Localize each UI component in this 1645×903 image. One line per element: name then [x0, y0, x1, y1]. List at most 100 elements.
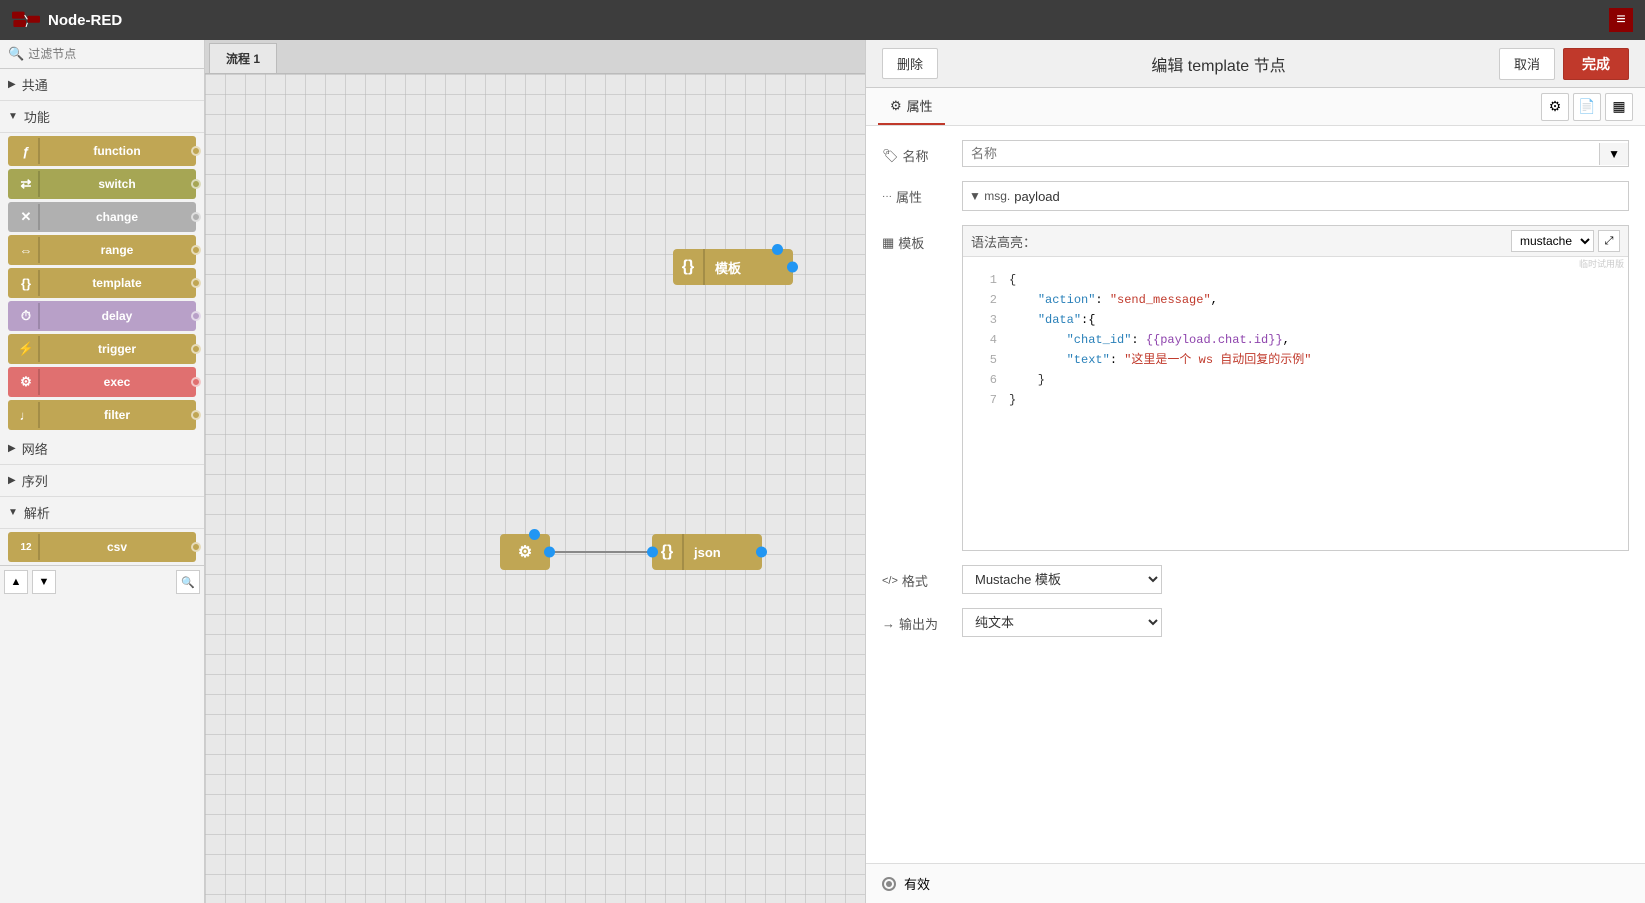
node-trigger[interactable]: ⚡ trigger	[8, 334, 196, 364]
editor-header: 语法高亮： mustache plain html json javascrip…	[963, 226, 1628, 257]
node-switch[interactable]: ⇄ switch	[8, 169, 196, 199]
template-label-icon: ▦	[882, 235, 894, 251]
canvas-template-port-right[interactable]	[787, 262, 798, 273]
valid-label: 有效	[904, 874, 930, 893]
csv-node-label: csv	[44, 540, 190, 554]
msg-field-input[interactable]	[1014, 189, 1134, 204]
output-control-wrap: 纯文本 解析的消息对象 JSON字符串	[962, 608, 1629, 637]
cancel-button[interactable]: 取消	[1499, 48, 1555, 80]
editor-watermark: 临时试用版	[963, 257, 1628, 270]
canvas[interactable]: {} 模板 ⚙ {} json	[205, 74, 865, 903]
category-sequence[interactable]: ▶ 序列	[0, 465, 204, 497]
panel-title: 编辑 template 节点	[1151, 52, 1285, 76]
node-template[interactable]: {} template	[8, 268, 196, 298]
function-port-right	[191, 146, 201, 156]
description-icon-btn[interactable]: 📄	[1573, 93, 1601, 121]
filter-node-label: filter	[44, 408, 190, 422]
category-function[interactable]: ▼ 功能	[0, 101, 204, 133]
sequence-label: 序列	[22, 471, 48, 490]
canvas-json-port-right[interactable]	[756, 547, 767, 558]
category-network[interactable]: ▶ 网络	[0, 433, 204, 465]
canvas-ws-node[interactable]: ⚙	[500, 534, 550, 570]
name-label: 🏷 名称	[882, 140, 952, 165]
change-port-right	[191, 212, 201, 222]
parse-arrow: ▼	[8, 507, 18, 518]
name-label-icon: 🏷	[882, 148, 899, 164]
trigger-node-label: trigger	[44, 342, 190, 356]
canvas-ws-port-top[interactable]	[529, 529, 540, 540]
nav-down-button[interactable]: ▼	[32, 570, 56, 594]
trigger-port-right	[191, 344, 201, 354]
panel-header: 删除 编辑 template 节点 取消 完成	[866, 40, 1645, 88]
canvas-json-port-left[interactable]	[647, 547, 658, 558]
layout-icon-btn[interactable]: ▦	[1605, 93, 1633, 121]
properties-tab-icon: ⚙	[890, 98, 902, 114]
code-line-5: 5 "text": "这里是一个 ws 自动回复的示例"	[963, 350, 1628, 370]
node-delay[interactable]: ⏱ delay	[8, 301, 196, 331]
node-function[interactable]: ƒ function	[8, 136, 196, 166]
filter-port-right	[191, 410, 201, 420]
panel-tabs-row: ⚙ 属性 ⚙ 📄 ▦	[866, 88, 1645, 126]
canvas-template-port-top[interactable]	[772, 244, 783, 255]
name-row: 🏷 名称 ▼	[882, 140, 1629, 167]
menu-button[interactable]: ≡	[1609, 8, 1633, 32]
node-exec[interactable]: ⚙ exec	[8, 367, 196, 397]
exec-node-label: exec	[44, 375, 190, 389]
common-arrow: ▶	[8, 79, 16, 90]
tab-flow1[interactable]: 流程 1	[209, 43, 277, 73]
delay-port-right	[191, 311, 201, 321]
category-common[interactable]: ▶ 共通	[0, 69, 204, 101]
canvas-json-node[interactable]: {} json	[652, 534, 762, 570]
node-change[interactable]: ✕ change	[8, 202, 196, 232]
sidebar-nav: ▲ ▼ 🔍	[0, 565, 204, 598]
name-input[interactable]	[963, 141, 1599, 166]
done-button[interactable]: 完成	[1563, 48, 1629, 80]
category-parse[interactable]: ▼ 解析	[0, 497, 204, 529]
canvas-ws-icon: ⚙	[500, 534, 550, 570]
template-port-right	[191, 278, 201, 288]
properties-tab-label: 属性	[907, 96, 933, 115]
template-editor-wrap: 语法高亮： mustache plain html json javascrip…	[962, 225, 1629, 551]
exec-port-right	[191, 377, 201, 387]
code-line-2: 2 "action": "send_message",	[963, 290, 1628, 310]
function-arrow: ▼	[8, 111, 18, 122]
switch-node-label: switch	[44, 177, 190, 191]
code-line-4: 4 "chat_id": {{payload.chat.id}},	[963, 330, 1628, 350]
nav-up-button[interactable]: ▲	[4, 570, 28, 594]
canvas-tabs: 流程 1	[205, 40, 865, 74]
search-box: 🔍	[0, 40, 204, 69]
code-line-3: 3 "data":{	[963, 310, 1628, 330]
expand-button[interactable]: ⤢	[1598, 230, 1620, 252]
change-icon: ✕	[14, 204, 40, 230]
search-icon: 🔍	[8, 46, 24, 62]
csv-port-right	[191, 542, 201, 552]
syntax-select[interactable]: mustache plain html json javascript	[1511, 230, 1594, 252]
valid-radio[interactable]	[882, 877, 896, 891]
app-title: Node-RED	[48, 12, 122, 29]
range-icon: ⇔	[14, 237, 40, 263]
syntax-controls: mustache plain html json javascript ⤢	[1511, 230, 1620, 252]
settings-icon-btn[interactable]: ⚙	[1541, 93, 1569, 121]
switch-port-right	[191, 179, 201, 189]
search-input[interactable]	[28, 47, 196, 61]
node-range[interactable]: ⇔ range	[8, 235, 196, 265]
node-csv[interactable]: 12 csv	[8, 532, 196, 562]
delay-node-label: delay	[44, 309, 190, 323]
radio-inner	[886, 881, 892, 887]
canvas-template-node[interactable]: {} 模板	[673, 249, 793, 285]
code-line-6: 6 }	[963, 370, 1628, 390]
output-label: → 输出为	[882, 608, 952, 633]
right-panel: 删除 编辑 template 节点 取消 完成 ⚙ 属性 ⚙ 📄 ▦	[865, 40, 1645, 903]
output-select[interactable]: 纯文本 解析的消息对象 JSON字符串	[962, 608, 1162, 637]
panel-actions: 编辑 template 节点	[1151, 52, 1285, 76]
code-editor[interactable]: 1 { 2 "action": "send_message", 3 "data"…	[963, 270, 1628, 550]
msg-dropdown-label: ▼ msg.	[969, 189, 1010, 203]
switch-icon: ⇄	[14, 171, 40, 197]
tab-properties[interactable]: ⚙ 属性	[878, 88, 945, 125]
delete-button[interactable]: 删除	[882, 48, 938, 79]
name-type-btn[interactable]: ▼	[1599, 143, 1628, 165]
node-filter[interactable]: ♩ filter	[8, 400, 196, 430]
sidebar-search-button[interactable]: 🔍	[176, 570, 200, 594]
canvas-ws-port-right[interactable]	[544, 547, 555, 558]
format-select[interactable]: Mustache 模板 Plain 文本 JSON	[962, 565, 1162, 594]
